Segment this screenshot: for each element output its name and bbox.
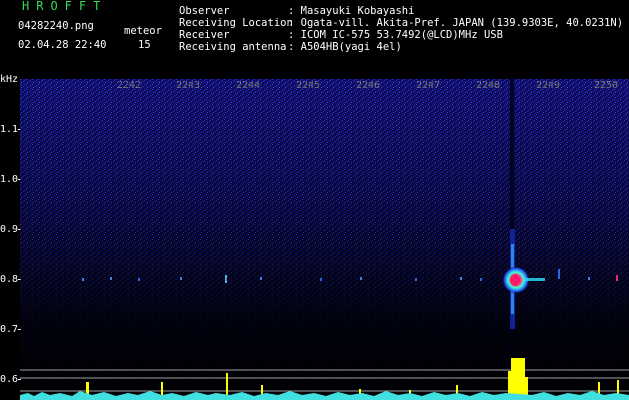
unit-label: kHz: [0, 74, 19, 85]
location-label: Receiving Location: [179, 17, 293, 29]
meteor-label: meteor: [124, 25, 162, 37]
noise-speckle: [20, 79, 629, 400]
y-tick-label: 0.7: [0, 324, 19, 335]
filename-label: 04282240.png: [18, 20, 94, 32]
datetime-label: 02.04.28 22:40: [18, 39, 107, 51]
app-logo: HROFFT: [22, 0, 108, 13]
y-tick-label: 0.6: [0, 374, 19, 385]
antenna-value: : A504HB(yagi 4el): [288, 41, 402, 53]
receiver-value: : ICOM IC-575 53.7492(@LCD)MHz USB: [288, 29, 503, 41]
spectrogram: [20, 79, 629, 400]
y-tick-label: 1.0: [0, 174, 19, 185]
antenna-label: Receiving antenna: [179, 41, 287, 53]
receiver-label: Receiver: [179, 29, 230, 41]
y-tick-label: 0.9: [0, 224, 19, 235]
y-tick-label: 0.8: [0, 274, 19, 285]
y-tick-label: 1.1: [0, 124, 19, 135]
observer-value: : Masayuki Kobayashi: [288, 5, 415, 17]
location-value: : Ogata-vill. Akita-Pref. JAPAN (139.930…: [288, 17, 624, 29]
meteor-count: 15: [138, 39, 151, 51]
observer-label: Observer: [179, 5, 230, 17]
